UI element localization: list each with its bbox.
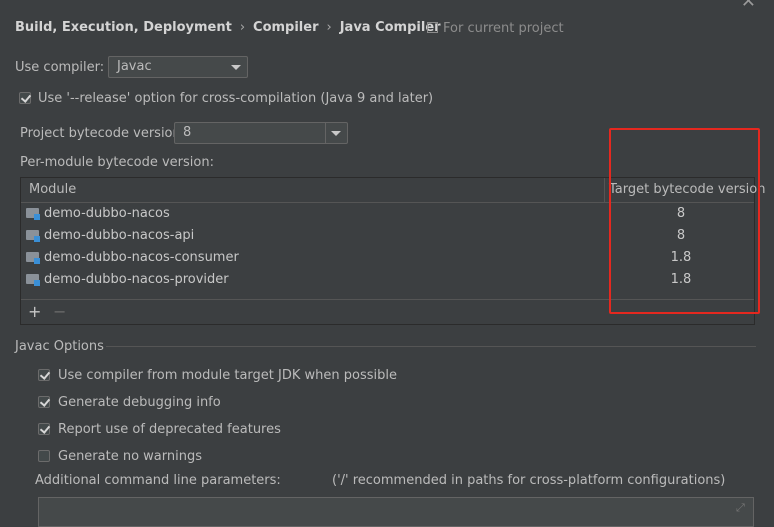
- chevron-down-icon: [231, 65, 241, 70]
- breadcrumb: Build, Execution, Deployment › Compiler › Ja…: [15, 20, 441, 35]
- per-module-label: Per-module bytecode version:: [20, 155, 214, 170]
- breadcrumb-separator: ›: [239, 20, 246, 35]
- breadcrumb-item-compiler[interactable]: Compiler: [253, 20, 318, 35]
- add-module-button[interactable]: +: [28, 302, 41, 321]
- release-option-label: Use '--release' option for cross-compila…: [38, 91, 434, 106]
- use-compiler-label: Use compiler:: [15, 60, 105, 75]
- module-folder-icon: [26, 208, 40, 220]
- breadcrumb-separator: ›: [326, 20, 332, 35]
- project-bytecode-value: 8: [183, 125, 192, 140]
- checkbox-icon[interactable]: [38, 369, 50, 381]
- checkbox-icon[interactable]: [38, 450, 50, 462]
- module-folder-icon: [26, 252, 40, 264]
- column-divider[interactable]: [604, 178, 605, 202]
- debug-info-checkbox[interactable]: [38, 396, 50, 412]
- checkbox-icon[interactable]: [19, 92, 31, 104]
- no-warnings-label: Generate no warnings: [58, 449, 203, 464]
- project-scope-icon: [427, 22, 438, 33]
- debug-info-label: Generate debugging info: [58, 395, 221, 410]
- checkbox-icon[interactable]: [38, 396, 50, 408]
- compiler-select-value: Javac: [117, 59, 152, 74]
- module-name: demo-dubbo-nacos-provider: [44, 272, 229, 287]
- module-folder-icon: [26, 230, 40, 242]
- breadcrumb-item-java-compiler: Java Compiler: [339, 20, 441, 35]
- module-folder-icon: [26, 274, 40, 286]
- column-header-module[interactable]: Module: [29, 182, 76, 197]
- params-label: Additional command line parameters:: [35, 473, 281, 488]
- no-warnings-checkbox[interactable]: [38, 450, 50, 466]
- checkbox-icon[interactable]: [38, 423, 50, 435]
- module-name: demo-dubbo-nacos-api: [44, 228, 195, 243]
- scope-indicator: For current project: [427, 21, 564, 36]
- module-name: demo-dubbo-nacos: [44, 206, 170, 221]
- release-option-checkbox[interactable]: [19, 92, 31, 108]
- project-bytecode-select[interactable]: 8: [174, 122, 348, 144]
- target-version-highlight: [609, 128, 760, 314]
- deprecated-label: Report use of deprecated features: [58, 422, 281, 437]
- use-module-jdk-checkbox[interactable]: [38, 369, 50, 385]
- javac-options-title: Javac Options: [15, 339, 104, 354]
- compiler-select[interactable]: Javac: [108, 56, 248, 78]
- scope-label: For current project: [443, 21, 564, 36]
- project-bytecode-label: Project bytecode version:: [20, 126, 186, 141]
- breadcrumb-item-build[interactable]: Build, Execution, Deployment: [15, 20, 232, 35]
- chevron-down-icon: [331, 131, 341, 136]
- section-divider: [106, 346, 756, 347]
- deprecated-checkbox[interactable]: [38, 423, 50, 439]
- module-name: demo-dubbo-nacos-consumer: [44, 250, 239, 265]
- params-hint: ('/' recommended in paths for cross-plat…: [332, 473, 726, 488]
- use-module-jdk-label: Use compiler from module target JDK when…: [58, 368, 397, 383]
- params-input[interactable]: [38, 497, 754, 527]
- close-icon[interactable]: ✕: [741, 0, 756, 12]
- remove-module-button[interactable]: −: [53, 302, 66, 321]
